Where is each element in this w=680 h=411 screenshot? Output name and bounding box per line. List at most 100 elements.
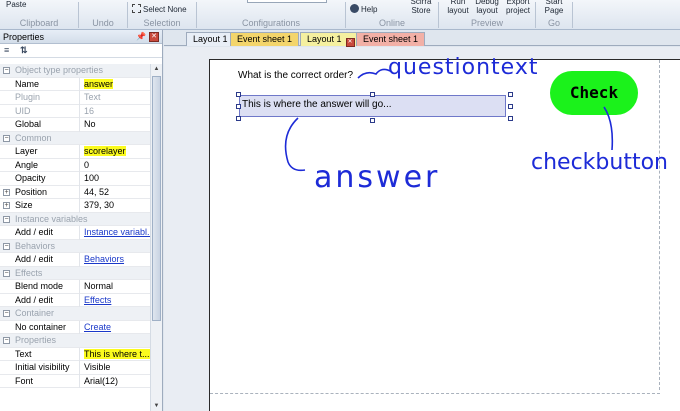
property-value[interactable]: 44, 52	[81, 186, 150, 200]
resize-handle[interactable]	[236, 104, 241, 109]
property-value[interactable]: Normal	[81, 280, 150, 294]
property-value[interactable]: answer	[84, 78, 114, 89]
section-effects[interactable]: − Effects	[0, 266, 150, 280]
select-none-label: Select None	[143, 5, 187, 14]
collapse-icon[interactable]: −	[3, 337, 10, 344]
tab-event-sheet-1[interactable]: Event sheet 1	[230, 32, 300, 46]
property-row-opacity[interactable]: Opacity 100	[0, 172, 150, 186]
property-row-effects[interactable]: Add / edit Effects	[0, 293, 150, 308]
property-row-global[interactable]: Global No	[0, 118, 150, 132]
start-page-button[interactable]: Start Page	[541, 0, 567, 15]
collapse-icon[interactable]: −	[3, 242, 10, 250]
section-label: Properties	[15, 335, 57, 345]
scroll-up-icon[interactable]: ▲	[152, 65, 161, 74]
resize-handle[interactable]	[508, 92, 513, 97]
section-container[interactable]: − Container	[0, 307, 150, 321]
property-row-behaviors[interactable]: Add / edit Behaviors	[0, 253, 150, 267]
property-value[interactable]: No	[81, 118, 150, 132]
configurations-group-label: Configurations	[241, 18, 301, 28]
instance-variables-link[interactable]: Instance variabl...	[81, 226, 150, 240]
close-tab-icon[interactable]: ✕	[345, 38, 355, 47]
ribbon: Paste Clipboard Undo Select None Selecti…	[0, 0, 680, 30]
section-common[interactable]: − Common	[0, 131, 150, 145]
expand-icon[interactable]: +	[3, 202, 10, 209]
scrollbar-thumb[interactable]	[152, 76, 161, 321]
export-project-button[interactable]: Export project	[503, 0, 533, 15]
property-row-instance-variables[interactable]: Add / edit Instance variabl...	[0, 226, 150, 240]
collapse-icon[interactable]: −	[3, 269, 10, 277]
behaviors-link[interactable]: Behaviors	[81, 253, 150, 267]
expand-icon[interactable]: +	[3, 188, 10, 196]
property-row-size[interactable]: + Size 379, 30	[0, 199, 150, 213]
resize-handle[interactable]	[370, 92, 375, 97]
undo-group-label: Undo	[92, 18, 114, 28]
question-text-object[interactable]: What is the correct order?	[238, 70, 353, 81]
go-group: Start Page Go	[536, 0, 572, 30]
section-label: Instance variables	[15, 213, 88, 224]
clipboard-group-label: Clipboard	[19, 18, 59, 28]
collapse-icon[interactable]: −	[3, 134, 10, 142]
resize-handle[interactable]	[236, 92, 241, 97]
effects-link[interactable]: Effects	[81, 294, 150, 308]
resize-handle[interactable]	[236, 116, 241, 121]
resize-handle[interactable]	[508, 116, 513, 121]
configuration-dropdown[interactable]	[247, 0, 327, 3]
resize-handle[interactable]	[508, 104, 513, 109]
section-properties[interactable]: − Properties	[0, 334, 150, 348]
property-value[interactable]: scorelayer	[84, 146, 126, 156]
properties-titlebar: Properties 📌 ✕	[0, 30, 162, 44]
collapse-icon[interactable]: −	[3, 215, 10, 223]
categorized-sort-icon[interactable]: ≡	[4, 45, 9, 55]
collapse-icon[interactable]: −	[3, 310, 10, 317]
help-button[interactable]: Help	[350, 4, 377, 14]
property-row-angle[interactable]: Angle 0	[0, 158, 150, 173]
select-none-button[interactable]: Select None	[132, 4, 187, 14]
property-value: Text	[84, 92, 101, 102]
annotation-questiontext: questiontext	[388, 55, 539, 80]
section-object-type[interactable]: − Object type properties	[0, 64, 150, 78]
paste-button[interactable]: Paste	[6, 0, 26, 9]
property-row-text[interactable]: Text This is where t...	[0, 347, 150, 361]
collapse-icon[interactable]: −	[3, 67, 10, 74]
property-row-blend-mode[interactable]: Blend mode Normal	[0, 280, 150, 294]
tab-layout-1-active[interactable]: Layout 1 ✕	[300, 32, 362, 47]
property-value[interactable]: 379, 30	[81, 199, 150, 213]
scroll-down-icon[interactable]: ▼	[152, 402, 161, 411]
alphabetical-sort-icon[interactable]: ⇅	[20, 45, 28, 56]
property-row-initial-visibility[interactable]: Initial visibility Visible	[0, 361, 150, 375]
property-row-position[interactable]: + Position 44, 52	[0, 185, 150, 200]
property-row-layer[interactable]: Layer scorelayer	[0, 145, 150, 159]
property-value[interactable]: This is where t...	[84, 348, 150, 359]
create-container-link[interactable]: Create	[81, 321, 150, 335]
properties-panel: Properties 📌 ✕ ≡ ⇅ − Object type propert…	[0, 30, 163, 411]
section-instance-variables[interactable]: − Instance variables	[0, 212, 150, 226]
section-label: Object type properties	[15, 65, 104, 75]
close-icon[interactable]: ✕	[149, 32, 159, 42]
pin-icon[interactable]: 📌	[136, 30, 146, 44]
tab-event-sheet-1-b[interactable]: Event sheet 1	[356, 32, 426, 46]
selection-group: Select None Selection	[128, 0, 196, 30]
tab-layout-1[interactable]: Layout 1	[186, 32, 235, 46]
property-value[interactable]: Arial(12)	[81, 375, 150, 389]
property-row-name[interactable]: Name answer	[0, 77, 150, 91]
online-group-label: Online	[378, 18, 405, 28]
property-row-container[interactable]: No container Create	[0, 320, 150, 335]
debug-layout-button[interactable]: Debug layout	[473, 0, 501, 15]
section-label: Behaviors	[15, 240, 56, 251]
section-behaviors[interactable]: − Behaviors	[0, 239, 150, 253]
answer-text-object[interactable]: This is where the answer will go...	[239, 95, 506, 117]
property-key: Add / edit	[13, 226, 80, 240]
properties-scrollbar[interactable]: ▲ ▼	[150, 64, 162, 411]
check-button-sprite[interactable]: Check	[550, 71, 638, 115]
property-value[interactable]: 0	[81, 159, 150, 173]
property-value[interactable]: Visible	[81, 361, 150, 375]
layout-view[interactable]: What is the correct order? This is where…	[164, 47, 680, 411]
property-value[interactable]: 100	[81, 172, 150, 186]
scirra-store-button[interactable]: Scirra Store	[408, 0, 434, 15]
property-key: Plugin	[13, 91, 80, 105]
property-key: Name	[13, 77, 80, 91]
layout-canvas[interactable]: What is the correct order? This is where…	[209, 59, 680, 411]
property-row-font[interactable]: Font Arial(12)	[0, 374, 150, 389]
resize-handle[interactable]	[370, 118, 375, 123]
run-layout-button[interactable]: Run layout	[445, 0, 471, 15]
